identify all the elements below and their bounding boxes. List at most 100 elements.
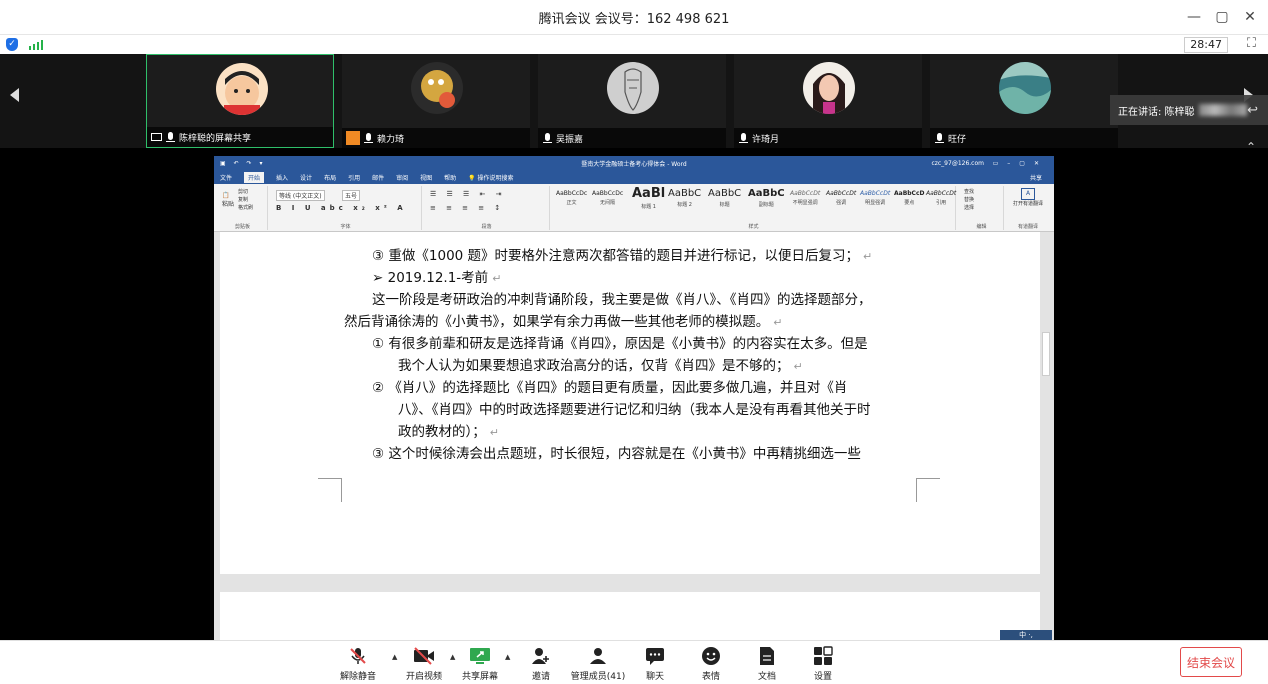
document-page[interactable] bbox=[220, 592, 1040, 640]
doc-line: ③ 重做《1000 题》时要格外注意两次都答错的题目并进行标记，以便日后复习； ↵ bbox=[372, 248, 873, 264]
style-heading-1[interactable]: AaBl 标题 1 bbox=[632, 186, 665, 210]
fullscreen-icon[interactable]: ⛶ bbox=[1247, 36, 1256, 51]
signal-icon[interactable] bbox=[29, 39, 43, 50]
members-icon bbox=[590, 648, 606, 664]
group-label: 段落 bbox=[481, 224, 492, 230]
style-subtle-emphasis[interactable]: AaBbCcDt 不明显强调 bbox=[790, 190, 820, 206]
ribbon-group-styles: AaBbCcDc 正文 AaBbCcDc 无间隔 AaBl 标题 1 AaBbC 标题 … bbox=[552, 186, 956, 230]
menu-layout[interactable]: 布局 bbox=[324, 173, 336, 182]
reply-icon[interactable]: ↩ bbox=[1247, 103, 1258, 118]
copy-button[interactable]: 复制 bbox=[238, 196, 253, 204]
group-label: 编辑 bbox=[976, 224, 987, 230]
replace-button[interactable]: 替换 bbox=[964, 196, 974, 204]
collapse-strip-icon[interactable]: ⌃ bbox=[1246, 140, 1256, 154]
unmute-button[interactable]: 解除静音 bbox=[323, 645, 393, 682]
style-title[interactable]: AaBbC 标题 bbox=[708, 188, 741, 208]
style-subtitle[interactable]: AaBbC 副标题 bbox=[748, 188, 785, 208]
word-title-bar: ▣ ↶ ↷ ▾ 暨南大学金融硕士备考心得体会 - Word czc_97@126… bbox=[214, 156, 1054, 171]
participant-video-strip: 陈梓聪的屏幕共享 赖力琦 吴振嘉 许琦月 旺仔 正在讲话: 陈梓聪 ↩ ⌃ bbox=[0, 54, 1268, 154]
share-screen-icon bbox=[470, 648, 490, 664]
invite-icon bbox=[532, 648, 549, 664]
participant-name: 赖力琦 bbox=[377, 134, 405, 145]
ribbon-group-clipboard: 📋 粘贴 剪切 复制 格式刷 剪贴板 bbox=[218, 186, 268, 230]
document-page[interactable]: ③ 重做《1000 题》时要格外注意两次都答错的题目并进行标记，以便日后复习； ↵… bbox=[220, 232, 1040, 574]
cut-button[interactable]: 剪切 bbox=[238, 188, 253, 196]
youdao-translate-button[interactable]: A 打开有道翻译 bbox=[1012, 188, 1044, 207]
participant-tile[interactable]: 旺仔 bbox=[930, 54, 1118, 148]
select-button[interactable]: 选择 bbox=[964, 204, 974, 212]
menu-review[interactable]: 审阅 bbox=[396, 173, 408, 182]
menu-file[interactable]: 文件 bbox=[220, 173, 232, 182]
doc-line: 八》、《肖四》中的时政选择题要进行记忆和归纳（我本人是没有再看其他关于时 bbox=[398, 402, 871, 418]
participant-name: 吴振嘉 bbox=[556, 134, 584, 145]
word-window-controls[interactable]: ▭–▢✕ bbox=[993, 160, 1048, 167]
align-icons[interactable]: ≡ ≡ ≡ ≡ ↕ bbox=[430, 204, 504, 212]
style-intense-emphasis[interactable]: AaBbCcDt 明显强调 bbox=[860, 190, 890, 206]
group-label: 字体 bbox=[340, 224, 351, 230]
style-emphasis[interactable]: AaBbCcDt 强调 bbox=[826, 190, 856, 206]
format-painter-button[interactable]: 格式刷 bbox=[238, 204, 253, 212]
avatar bbox=[999, 62, 1051, 114]
shared-screen: ▣ ↶ ↷ ▾ 暨南大学金融硕士备考心得体会 - Word czc_97@126… bbox=[214, 156, 1054, 640]
share-screen-button[interactable]: 共享屏幕 bbox=[445, 645, 515, 682]
menu-help[interactable]: 帮助 bbox=[444, 173, 456, 182]
participant-tile[interactable]: 许琦月 bbox=[734, 54, 922, 148]
word-account: czc_97@126.com bbox=[931, 160, 984, 167]
ribbon-group-youdao: A 打开有道翻译 有道翻译 bbox=[1006, 186, 1050, 230]
font-size-select[interactable]: 五号 bbox=[342, 190, 361, 201]
menu-mailings[interactable]: 邮件 bbox=[372, 173, 384, 182]
ribbon-group-paragraph: ☰ ☰ ☰ ⇤ ⇥ ≡ ≡ ≡ ≡ ↕ 段落 bbox=[424, 186, 550, 230]
avatar bbox=[411, 62, 463, 114]
close-icon[interactable]: ✕ bbox=[1238, 9, 1262, 25]
participant-tile[interactable]: 陈梓聪的屏幕共享 bbox=[146, 54, 334, 148]
menu-home[interactable]: 开始 bbox=[244, 172, 265, 183]
style-strong[interactable]: AaBbCcD 要点 bbox=[894, 190, 925, 206]
minimize-icon[interactable]: — bbox=[1182, 9, 1206, 25]
style-heading-2[interactable]: AaBbC 标题 2 bbox=[668, 188, 701, 208]
emoji-icon bbox=[702, 647, 720, 665]
page-margin-mark bbox=[916, 478, 940, 502]
page-margin-mark bbox=[318, 478, 342, 502]
word-share-button[interactable]: 共享 bbox=[1030, 173, 1042, 182]
menu-tell-me[interactable]: 💡 操作说明搜索 bbox=[468, 173, 513, 182]
scroll-left-icon[interactable] bbox=[10, 88, 19, 102]
speaker-avatar-blur bbox=[1198, 104, 1247, 116]
shield-icon[interactable]: ✓ bbox=[6, 38, 18, 51]
meeting-timer: 28:47 bbox=[1184, 37, 1228, 53]
font-name-select[interactable]: 等线 (中文正文) bbox=[276, 190, 325, 201]
avatar bbox=[607, 62, 659, 114]
microphone-muted-icon bbox=[363, 132, 374, 144]
settings-button[interactable]: 设置 bbox=[788, 645, 858, 682]
doc-line: ② 《肖八》的选择题比《肖四》的题目更有质量，因此要多做几遍，并且对《肖 bbox=[372, 380, 848, 396]
doc-line: 政的教材的）； ↵ bbox=[398, 424, 499, 440]
meeting-toolbar: 解除静音 ▲ 开启视频 ▲ 共享屏幕 ▲ 邀请 管理成员(41) 聊天 表情 文… bbox=[0, 640, 1268, 684]
participant-tile[interactable]: 吴振嘉 bbox=[538, 54, 726, 148]
group-label: 剪贴板 bbox=[234, 224, 250, 230]
ribbon-group-editing: 查找 替换 选择 编辑 bbox=[960, 186, 1004, 230]
participant-label: 陈梓聪的屏幕共享 bbox=[147, 127, 333, 147]
ime-status[interactable]: 中 ·, bbox=[1000, 630, 1052, 640]
style-normal[interactable]: AaBbCcDc 正文 bbox=[556, 190, 587, 206]
style-quote[interactable]: AaBbCcDt 引用 bbox=[926, 190, 956, 206]
doc-line: 然后背诵徐涛的《小黄书》，如果学有余力再做一些其他老师的模拟题。 ↵ bbox=[344, 314, 783, 330]
style-no-spacing[interactable]: AaBbCcDc 无间隔 bbox=[592, 190, 623, 206]
list-icons[interactable]: ☰ ☰ ☰ ⇤ ⇥ bbox=[430, 190, 505, 198]
document-scrollbar[interactable] bbox=[1042, 332, 1050, 376]
find-button[interactable]: 查找 bbox=[964, 188, 974, 196]
window-title-bar: 腾讯会议 会议号：162 498 621 — ▢ ✕ bbox=[0, 0, 1268, 34]
maximize-icon[interactable]: ▢ bbox=[1210, 9, 1234, 25]
menu-insert[interactable]: 插入 bbox=[276, 173, 288, 182]
menu-view[interactable]: 视图 bbox=[420, 173, 432, 182]
avatar bbox=[803, 62, 855, 114]
speaking-label: 正在讲话: 陈梓聪 bbox=[1118, 106, 1195, 118]
ribbon-group-font: 等线 (中文正文) 五号 B I U abc x₂ x² A 字体 bbox=[270, 186, 422, 230]
menu-design[interactable]: 设计 bbox=[300, 173, 312, 182]
document-icon bbox=[760, 647, 774, 665]
font-format-icons[interactable]: B I U abc x₂ x² A bbox=[276, 204, 407, 212]
paste-button[interactable]: 📋 粘贴 bbox=[222, 192, 234, 208]
participant-tile[interactable]: 赖力琦 bbox=[342, 54, 530, 148]
group-label: 样式 bbox=[748, 224, 759, 230]
menu-references[interactable]: 引用 bbox=[348, 173, 360, 182]
participant-label: 旺仔 bbox=[930, 128, 1118, 148]
end-meeting-button[interactable]: 结束会议 bbox=[1180, 647, 1242, 677]
